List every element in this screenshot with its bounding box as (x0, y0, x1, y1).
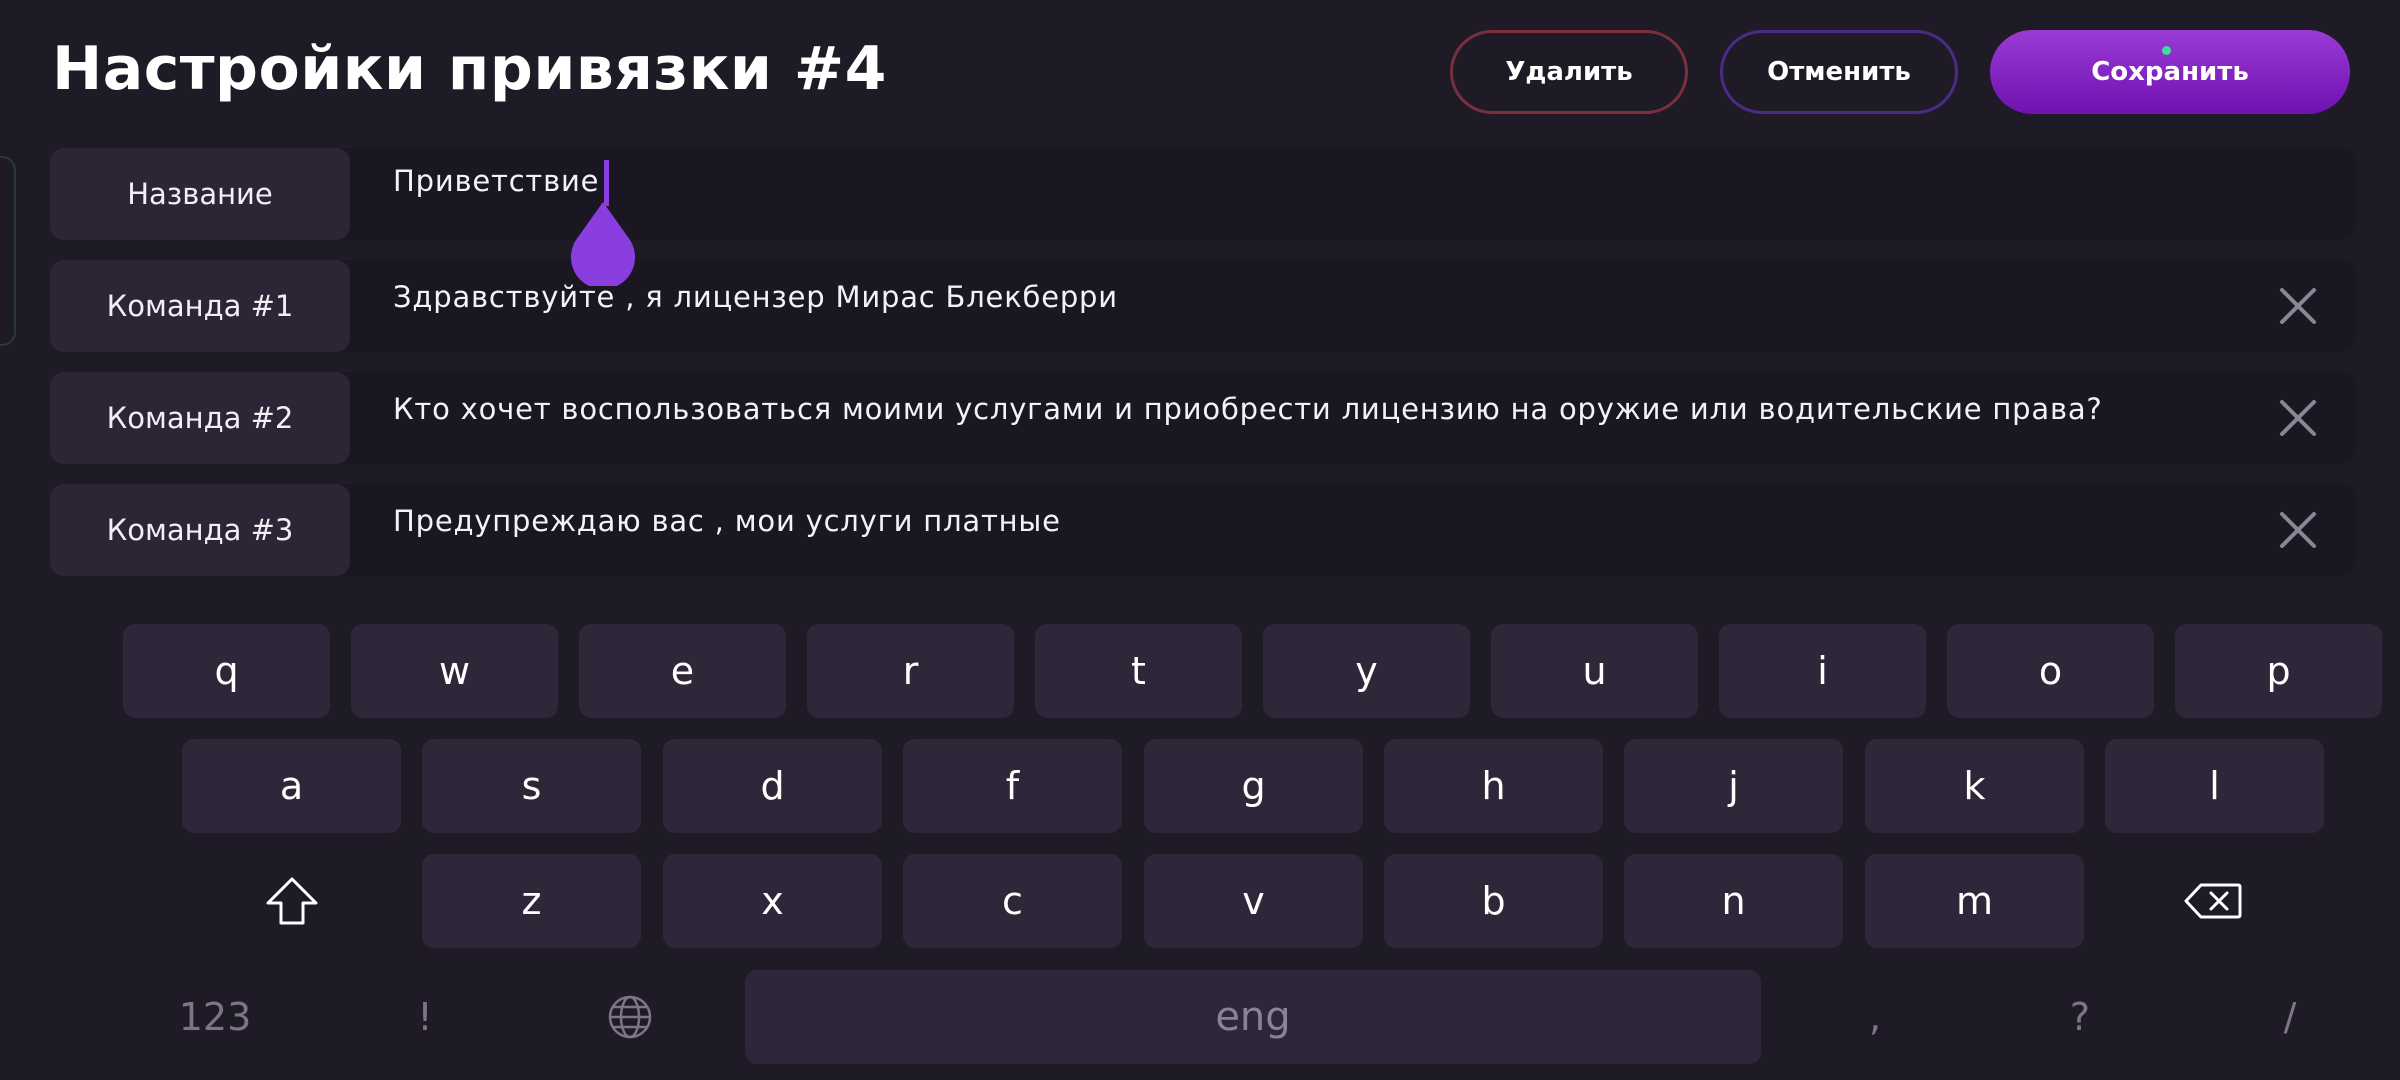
binding-settings-screen: Настройки привязки #4 Удалить Отменить С… (0, 0, 2400, 1080)
key-e[interactable]: e (579, 624, 786, 718)
command-2-row[interactable]: Команда #2 Кто хочет воспользоваться мои… (50, 372, 2356, 464)
clear-command-3-icon[interactable] (2278, 510, 2318, 550)
command-2-input[interactable]: Кто хочет воспользоваться моими услугами… (393, 392, 2103, 426)
command-1-row[interactable]: Команда #1 Здравствуйте , я лицензер Мир… (50, 260, 2356, 352)
side-panel-tab[interactable] (0, 156, 16, 346)
key-y[interactable]: y (1263, 624, 1470, 718)
question-key[interactable]: ? (2040, 970, 2120, 1064)
name-field-row[interactable]: Название Приветствие (50, 148, 2356, 240)
delete-button[interactable]: Удалить (1450, 30, 1688, 114)
save-button[interactable]: Сохранить (1990, 30, 2350, 114)
command-1-label: Команда #1 (50, 260, 350, 352)
key-m[interactable]: m (1865, 854, 2084, 948)
key-b[interactable]: b (1384, 854, 1603, 948)
key-l[interactable]: l (2105, 739, 2324, 833)
key-q[interactable]: q (123, 624, 330, 718)
command-3-label: Команда #3 (50, 484, 350, 576)
shift-icon (266, 877, 318, 925)
key-z[interactable]: z (422, 854, 641, 948)
key-r[interactable]: r (807, 624, 1014, 718)
key-k[interactable]: k (1865, 739, 2084, 833)
command-1-input[interactable]: Здравствуйте , я лицензер Мирас Блекберр… (393, 280, 1118, 314)
comma-key[interactable]: , (1835, 970, 1915, 1064)
key-d[interactable]: d (663, 739, 882, 833)
globe-icon (608, 995, 652, 1039)
key-n[interactable]: n (1624, 854, 1843, 948)
space-key[interactable]: eng (745, 970, 1761, 1064)
key-i[interactable]: i (1719, 624, 1926, 718)
cursor-handle-icon[interactable] (568, 200, 638, 286)
key-t[interactable]: t (1035, 624, 1242, 718)
clear-command-2-icon[interactable] (2278, 398, 2318, 438)
key-p[interactable]: p (2175, 624, 2382, 718)
backspace-icon (2184, 883, 2242, 919)
command-3-row[interactable]: Команда #3 Предупреждаю вас , мои услуги… (50, 484, 2356, 576)
slash-key[interactable]: / (2250, 970, 2330, 1064)
key-o[interactable]: o (1947, 624, 2154, 718)
key-j[interactable]: j (1624, 739, 1843, 833)
clear-command-1-icon[interactable] (2278, 286, 2318, 326)
command-2-label: Команда #2 (50, 372, 350, 464)
key-v[interactable]: v (1144, 854, 1363, 948)
numbers-key[interactable]: 123 (150, 970, 280, 1064)
save-button-label: Сохранить (2091, 57, 2249, 87)
name-field-label: Название (50, 148, 350, 240)
command-3-input[interactable]: Предупреждаю вас , мои услуги платные (393, 504, 1061, 538)
key-a[interactable]: a (182, 739, 401, 833)
key-w[interactable]: w (351, 624, 558, 718)
key-s[interactable]: s (422, 739, 641, 833)
key-g[interactable]: g (1144, 739, 1363, 833)
key-c[interactable]: c (903, 854, 1122, 948)
save-indicator-dot (2162, 46, 2171, 55)
name-field-input[interactable]: Приветствие (393, 164, 599, 198)
page-title: Настройки привязки #4 (52, 34, 887, 104)
key-u[interactable]: u (1491, 624, 1698, 718)
exclaim-key[interactable]: ! (380, 970, 470, 1064)
backspace-key[interactable] (2133, 854, 2293, 948)
key-x[interactable]: x (663, 854, 882, 948)
key-f[interactable]: f (903, 739, 1122, 833)
shift-key[interactable] (212, 854, 372, 948)
key-h[interactable]: h (1384, 739, 1603, 833)
cancel-button[interactable]: Отменить (1720, 30, 1958, 114)
language-key[interactable] (590, 970, 670, 1064)
